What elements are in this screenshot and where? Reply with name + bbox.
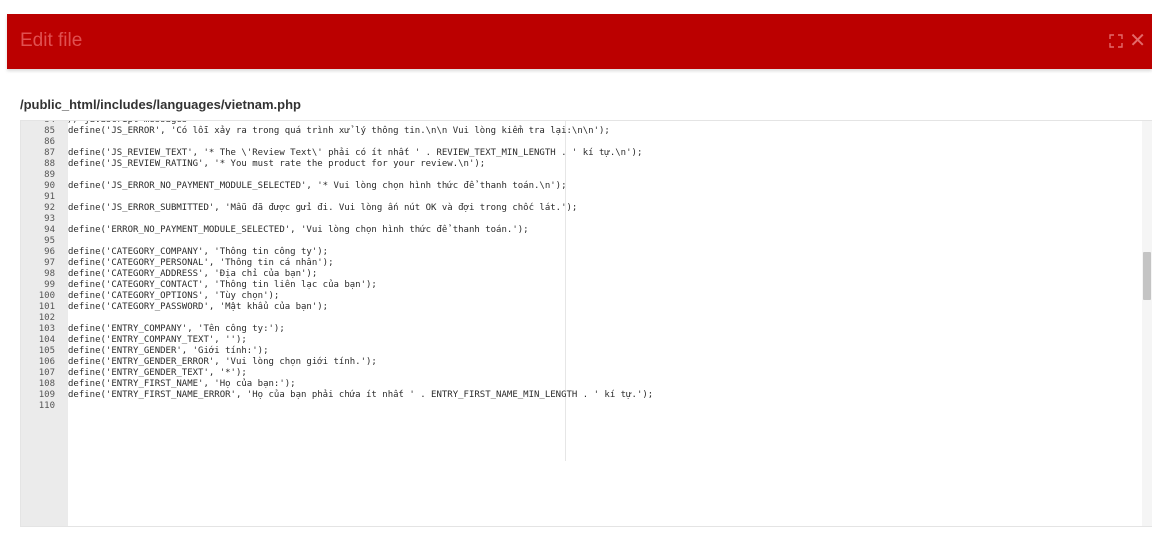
line-text[interactable]: define('ERROR_NO_PAYMENT_MODULE_SELECTED… <box>68 225 529 236</box>
code-line[interactable]: 110 <box>21 401 1141 412</box>
line-text[interactable]: define('JS_ERROR', 'Có lỗi xảy ra trong … <box>68 126 610 137</box>
header-icons: ✕ <box>1109 31 1146 51</box>
editor-scrollbar[interactable] <box>1142 121 1152 526</box>
code-line[interactable]: 103 define('ENTRY_COMPANY', 'Tên công ty:… <box>21 324 1141 335</box>
code-line[interactable]: 97 define('CATEGORY_PERSONAL', 'Thông tin… <box>21 258 1141 269</box>
line-number: 105 <box>38 346 55 356</box>
code-line[interactable]: 105 define('ENTRY_GENDER', 'Giới tính:'); <box>21 346 1141 357</box>
line-number: 91 <box>44 192 55 202</box>
close-icon[interactable]: ✕ <box>1129 31 1146 51</box>
line-text[interactable]: define('JS_REVIEW_RATING', '* You must r… <box>68 159 485 170</box>
line-text[interactable]: define('ENTRY_GENDER', 'Giới tính:'); <box>68 346 268 357</box>
line-number: 106 <box>38 357 55 367</box>
scrollbar-thumb[interactable] <box>1143 252 1151 300</box>
code-line[interactable]: 88 define('JS_REVIEW_RATING', '* You must… <box>21 159 1141 170</box>
code-lines[interactable]: 84// javascript messages 85 define('JS_ERR… <box>21 121 1141 412</box>
code-line[interactable]: 93 <box>21 214 1141 225</box>
line-text[interactable]: define('ENTRY_COMPANY_TEXT', ''); <box>68 335 247 346</box>
line-number: 96 <box>44 247 55 257</box>
line-number: 94 <box>44 225 55 235</box>
line-number: 89 <box>44 170 55 180</box>
line-text[interactable]: define('JS_ERROR_SUBMITTED', 'Mẫu đã đượ… <box>68 203 577 214</box>
line-number: 107 <box>38 368 55 378</box>
code-line[interactable]: 89 <box>21 170 1141 181</box>
code-line[interactable]: 99 define('CATEGORY_CONTACT', 'Thông tin … <box>21 280 1141 291</box>
code-line[interactable]: 87 define('JS_REVIEW_TEXT', '* The \'Revi… <box>21 148 1141 159</box>
line-text[interactable]: define('JS_ERROR_NO_PAYMENT_MODULE_SELEC… <box>68 181 567 192</box>
code-line[interactable]: 96 define('CATEGORY_COMPANY', 'Thông tin … <box>21 247 1141 258</box>
code-line[interactable]: 92 define('JS_ERROR_SUBMITTED', 'Mẫu đã đ… <box>21 203 1141 214</box>
line-number: 92 <box>44 203 55 213</box>
line-number: 103 <box>38 324 55 334</box>
line-number: 110 <box>38 401 55 411</box>
code-line[interactable]: 90 define('JS_ERROR_NO_PAYMENT_MODULE_SEL… <box>21 181 1141 192</box>
line-text[interactable]: define('ENTRY_FIRST_NAME', 'Họ của bạn:'… <box>68 379 296 390</box>
line-number: 87 <box>44 148 55 158</box>
line-text[interactable]: define('CATEGORY_PERSONAL', 'Thông tin c… <box>68 258 334 269</box>
line-number: 108 <box>38 379 55 389</box>
line-text[interactable]: define('CATEGORY_COMPANY', 'Thông tin cô… <box>68 247 328 258</box>
code-line[interactable]: 107 define('ENTRY_GENDER_TEXT', '*'); <box>21 368 1141 379</box>
line-number: 86 <box>44 137 55 147</box>
code-line[interactable]: 100 define('CATEGORY_OPTIONS', 'Tùy chọn'… <box>21 291 1141 302</box>
expand-icon[interactable] <box>1109 34 1123 48</box>
line-text[interactable]: define('CATEGORY_ADDRESS', 'Địa chỉ của … <box>68 269 317 280</box>
line-text[interactable]: define('JS_REVIEW_TEXT', '* The \'Review… <box>68 148 642 159</box>
code-line[interactable]: 95 <box>21 236 1141 247</box>
line-number: 97 <box>44 258 55 268</box>
line-number: 90 <box>44 181 55 191</box>
file-path: /public_html/includes/languages/vietnam.… <box>20 97 301 112</box>
code-line[interactable]: 108 define('ENTRY_FIRST_NAME', 'Họ của bạ… <box>21 379 1141 390</box>
code-line[interactable]: 104 define('ENTRY_COMPANY_TEXT', ''); <box>21 335 1141 346</box>
code-line[interactable]: 94 define('ERROR_NO_PAYMENT_MODULE_SELECT… <box>21 225 1141 236</box>
code-line[interactable]: 106 define('ENTRY_GENDER_ERROR', 'Vui lòn… <box>21 357 1141 368</box>
line-number: 101 <box>38 302 55 312</box>
line-number: 98 <box>44 269 55 279</box>
line-number: 109 <box>38 390 55 400</box>
top-strip <box>0 0 1152 14</box>
line-text[interactable]: define('ENTRY_FIRST_NAME_ERROR', 'Họ của… <box>68 390 653 401</box>
code-editor[interactable]: 84// javascript messages 85 define('JS_ERR… <box>20 120 1152 527</box>
code-line[interactable]: 85 define('JS_ERROR', 'Có lỗi xảy ra tron… <box>21 126 1141 137</box>
code-line[interactable]: 101 define('CATEGORY_PASSWORD', 'Mật khẩu… <box>21 302 1141 313</box>
line-text[interactable]: define('ENTRY_GENDER_ERROR', 'Vui lòng c… <box>68 357 377 368</box>
code-line[interactable]: 86 <box>21 137 1141 148</box>
line-text[interactable]: define('CATEGORY_OPTIONS', 'Tùy chọn'); <box>68 291 279 302</box>
line-text[interactable]: define('ENTRY_GENDER_TEXT', '*'); <box>68 368 247 379</box>
modal-title: Edit file <box>20 30 83 51</box>
code-line[interactable]: 102 <box>21 313 1141 324</box>
line-number: 99 <box>44 280 55 290</box>
line-number: 95 <box>44 236 55 246</box>
line-number: 104 <box>38 335 55 345</box>
line-number: 93 <box>44 214 55 224</box>
line-text[interactable]: define('CATEGORY_PASSWORD', 'Mật khẩu củ… <box>68 302 328 313</box>
line-number: 85 <box>44 126 55 136</box>
line-text[interactable]: define('CATEGORY_CONTACT', 'Thông tin li… <box>68 280 377 291</box>
modal-header: Edit file ✕ <box>7 14 1152 69</box>
code-line[interactable]: 98 define('CATEGORY_ADDRESS', 'Địa chỉ củ… <box>21 269 1141 280</box>
line-number: 88 <box>44 159 55 169</box>
code-line[interactable]: 109 define('ENTRY_FIRST_NAME_ERROR', 'Họ … <box>21 390 1141 401</box>
line-number: 102 <box>38 313 55 323</box>
line-number: 100 <box>38 291 55 301</box>
line-text[interactable]: define('ENTRY_COMPANY', 'Tên công ty:'); <box>68 324 285 335</box>
code-line[interactable]: 91 <box>21 192 1141 203</box>
